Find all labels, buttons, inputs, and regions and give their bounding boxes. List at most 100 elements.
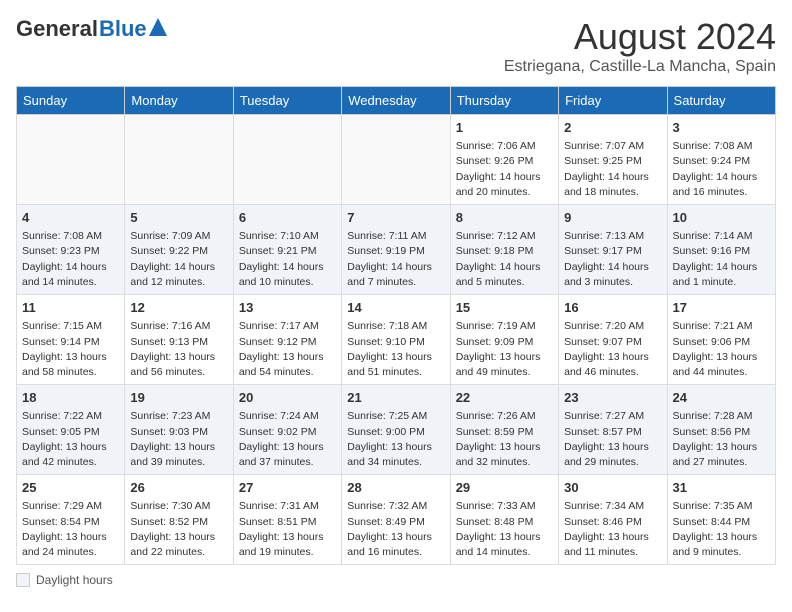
- day-info: Sunrise: 7:07 AM Sunset: 9:25 PM Dayligh…: [564, 139, 661, 200]
- day-number: 20: [239, 389, 336, 407]
- day-number: 28: [347, 479, 444, 497]
- day-number: 17: [673, 299, 770, 317]
- day-number: 25: [22, 479, 119, 497]
- day-number: 3: [673, 119, 770, 137]
- day-info: Sunrise: 7:35 AM Sunset: 8:44 PM Dayligh…: [673, 499, 770, 560]
- day-number: 11: [22, 299, 119, 317]
- calendar-day-cell: 2 Sunrise: 7:07 AM Sunset: 9:25 PM Daylig…: [559, 115, 667, 205]
- day-info: Sunrise: 7:25 AM Sunset: 9:00 PM Dayligh…: [347, 409, 444, 470]
- calendar-day-header: Wednesday: [342, 87, 450, 115]
- calendar-day-cell: 7 Sunrise: 7:11 AM Sunset: 9:19 PM Daylig…: [342, 205, 450, 295]
- calendar-day-cell: 30Sunrise: 7:34 AM Sunset: 8:46 PM Dayli…: [559, 475, 667, 565]
- day-info: Sunrise: 7:13 AM Sunset: 9:17 PM Dayligh…: [564, 229, 661, 290]
- calendar-day-header: Friday: [559, 87, 667, 115]
- day-number: 10: [673, 209, 770, 227]
- day-info: Sunrise: 7:30 AM Sunset: 8:52 PM Dayligh…: [130, 499, 227, 560]
- calendar-day-header: Tuesday: [233, 87, 341, 115]
- day-info: Sunrise: 7:14 AM Sunset: 9:16 PM Dayligh…: [673, 229, 770, 290]
- day-number: 9: [564, 209, 661, 227]
- day-number: 24: [673, 389, 770, 407]
- calendar-day-header: Monday: [125, 87, 233, 115]
- calendar-day-cell: 16 Sunrise: 7:20 AM Sunset: 9:07 PM Dayli…: [559, 295, 667, 385]
- logo: General Blue: [16, 16, 167, 42]
- day-number: 14: [347, 299, 444, 317]
- day-info: Sunrise: 7:16 AM Sunset: 9:13 PM Dayligh…: [130, 319, 227, 380]
- calendar-day-cell: 24 Sunrise: 7:28 AM Sunset: 8:56 PM Dayli…: [667, 385, 775, 475]
- day-info: Sunrise: 7:06 AM Sunset: 9:26 PM Dayligh…: [456, 139, 553, 200]
- day-info: Sunrise: 7:21 AM Sunset: 9:06 PM Dayligh…: [673, 319, 770, 380]
- calendar-day-cell: [342, 115, 450, 205]
- day-info: Sunrise: 7:28 AM Sunset: 8:56 PM Dayligh…: [673, 409, 770, 470]
- day-number: 16: [564, 299, 661, 317]
- day-number: 12: [130, 299, 227, 317]
- calendar-day-cell: 15 Sunrise: 7:19 AM Sunset: 9:09 PM Dayli…: [450, 295, 558, 385]
- calendar-day-cell: [125, 115, 233, 205]
- calendar-day-cell: 17 Sunrise: 7:21 AM Sunset: 9:06 PM Dayli…: [667, 295, 775, 385]
- day-info: Sunrise: 7:20 AM Sunset: 9:07 PM Dayligh…: [564, 319, 661, 380]
- calendar-day-cell: 19 Sunrise: 7:23 AM Sunset: 9:03 PM Dayli…: [125, 385, 233, 475]
- calendar-day-cell: 4Sunrise: 7:08 AM Sunset: 9:23 PM Daylig…: [17, 205, 125, 295]
- day-info: Sunrise: 7:08 AM Sunset: 9:23 PM Dayligh…: [22, 229, 119, 290]
- day-number: 19: [130, 389, 227, 407]
- day-number: 18: [22, 389, 119, 407]
- day-number: 27: [239, 479, 336, 497]
- calendar-day-cell: 13 Sunrise: 7:17 AM Sunset: 9:12 PM Dayli…: [233, 295, 341, 385]
- calendar-week-row: 4Sunrise: 7:08 AM Sunset: 9:23 PM Daylig…: [17, 205, 776, 295]
- calendar-day-cell: 3 Sunrise: 7:08 AM Sunset: 9:24 PM Daylig…: [667, 115, 775, 205]
- calendar-day-cell: 12 Sunrise: 7:16 AM Sunset: 9:13 PM Dayli…: [125, 295, 233, 385]
- day-info: Sunrise: 7:19 AM Sunset: 9:09 PM Dayligh…: [456, 319, 553, 380]
- day-number: 2: [564, 119, 661, 137]
- calendar-day-cell: 11Sunrise: 7:15 AM Sunset: 9:14 PM Dayli…: [17, 295, 125, 385]
- day-info: Sunrise: 7:32 AM Sunset: 8:49 PM Dayligh…: [347, 499, 444, 560]
- logo-triangle-icon: [149, 18, 167, 36]
- calendar-day-header: Saturday: [667, 87, 775, 115]
- calendar-day-cell: 28 Sunrise: 7:32 AM Sunset: 8:49 PM Dayli…: [342, 475, 450, 565]
- day-info: Sunrise: 7:29 AM Sunset: 8:54 PM Dayligh…: [22, 499, 119, 560]
- day-info: Sunrise: 7:17 AM Sunset: 9:12 PM Dayligh…: [239, 319, 336, 380]
- day-number: 31: [673, 479, 770, 497]
- calendar-day-cell: 18 Sunrise: 7:22 AM Sunset: 9:05 PM Dayli…: [17, 385, 125, 475]
- day-info: Sunrise: 7:18 AM Sunset: 9:10 PM Dayligh…: [347, 319, 444, 380]
- calendar-week-row: 25 Sunrise: 7:29 AM Sunset: 8:54 PM Dayli…: [17, 475, 776, 565]
- logo-general-text: General: [16, 16, 98, 42]
- calendar-day-cell: 10 Sunrise: 7:14 AM Sunset: 9:16 PM Dayli…: [667, 205, 775, 295]
- calendar-day-header: Thursday: [450, 87, 558, 115]
- day-info: Sunrise: 7:08 AM Sunset: 9:24 PM Dayligh…: [673, 139, 770, 200]
- calendar-day-header: Sunday: [17, 87, 125, 115]
- title-area: August 2024 Estriegana, Castille-La Manc…: [504, 16, 776, 76]
- day-number: 22: [456, 389, 553, 407]
- day-number: 8: [456, 209, 553, 227]
- logo-blue-text: Blue: [99, 16, 147, 42]
- day-number: 30: [564, 479, 661, 497]
- day-number: 23: [564, 389, 661, 407]
- day-info: Sunrise: 7:22 AM Sunset: 9:05 PM Dayligh…: [22, 409, 119, 470]
- day-info: Sunrise: 7:31 AM Sunset: 8:51 PM Dayligh…: [239, 499, 336, 560]
- calendar-day-cell: 26 Sunrise: 7:30 AM Sunset: 8:52 PM Dayli…: [125, 475, 233, 565]
- calendar-day-cell: 22 Sunrise: 7:26 AM Sunset: 8:59 PM Dayli…: [450, 385, 558, 475]
- page-title: August 2024: [504, 16, 776, 58]
- day-info: Sunrise: 7:10 AM Sunset: 9:21 PM Dayligh…: [239, 229, 336, 290]
- day-number: 21: [347, 389, 444, 407]
- day-number: 15: [456, 299, 553, 317]
- calendar-week-row: 11Sunrise: 7:15 AM Sunset: 9:14 PM Dayli…: [17, 295, 776, 385]
- calendar-day-cell: 29 Sunrise: 7:33 AM Sunset: 8:48 PM Dayli…: [450, 475, 558, 565]
- day-number: 6: [239, 209, 336, 227]
- day-info: Sunrise: 7:26 AM Sunset: 8:59 PM Dayligh…: [456, 409, 553, 470]
- footer: Daylight hours: [16, 573, 776, 587]
- day-number: 26: [130, 479, 227, 497]
- page-subtitle: Estriegana, Castille-La Mancha, Spain: [504, 58, 776, 76]
- day-info: Sunrise: 7:33 AM Sunset: 8:48 PM Dayligh…: [456, 499, 553, 560]
- daylight-legend-box: [16, 573, 30, 587]
- calendar-day-cell: 21 Sunrise: 7:25 AM Sunset: 9:00 PM Dayli…: [342, 385, 450, 475]
- day-info: Sunrise: 7:24 AM Sunset: 9:02 PM Dayligh…: [239, 409, 336, 470]
- calendar-day-cell: 20 Sunrise: 7:24 AM Sunset: 9:02 PM Dayli…: [233, 385, 341, 475]
- day-number: 29: [456, 479, 553, 497]
- calendar-day-cell: 1Sunrise: 7:06 AM Sunset: 9:26 PM Daylig…: [450, 115, 558, 205]
- day-info: Sunrise: 7:23 AM Sunset: 9:03 PM Dayligh…: [130, 409, 227, 470]
- day-number: 7: [347, 209, 444, 227]
- day-number: 13: [239, 299, 336, 317]
- calendar-day-cell: 6 Sunrise: 7:10 AM Sunset: 9:21 PM Daylig…: [233, 205, 341, 295]
- day-info: Sunrise: 7:11 AM Sunset: 9:19 PM Dayligh…: [347, 229, 444, 290]
- calendar-day-cell: 5Sunrise: 7:09 AM Sunset: 9:22 PM Daylig…: [125, 205, 233, 295]
- header: General Blue August 2024 Estriegana, Cas…: [16, 16, 776, 76]
